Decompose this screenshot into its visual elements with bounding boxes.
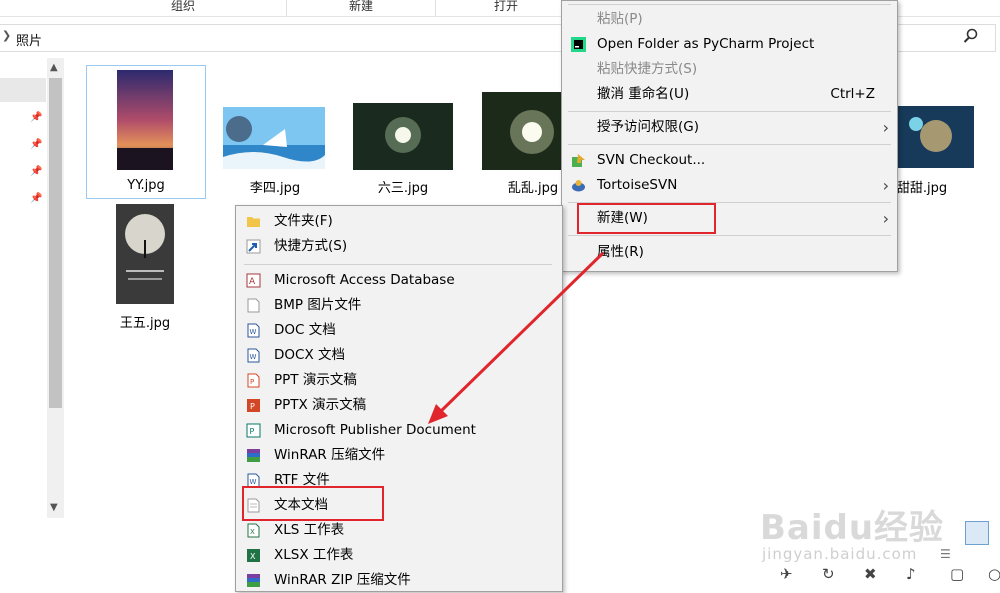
watermark-url: jingyan.baidu.com: [762, 545, 918, 563]
watermark-logo: Baidu经验: [760, 508, 945, 548]
